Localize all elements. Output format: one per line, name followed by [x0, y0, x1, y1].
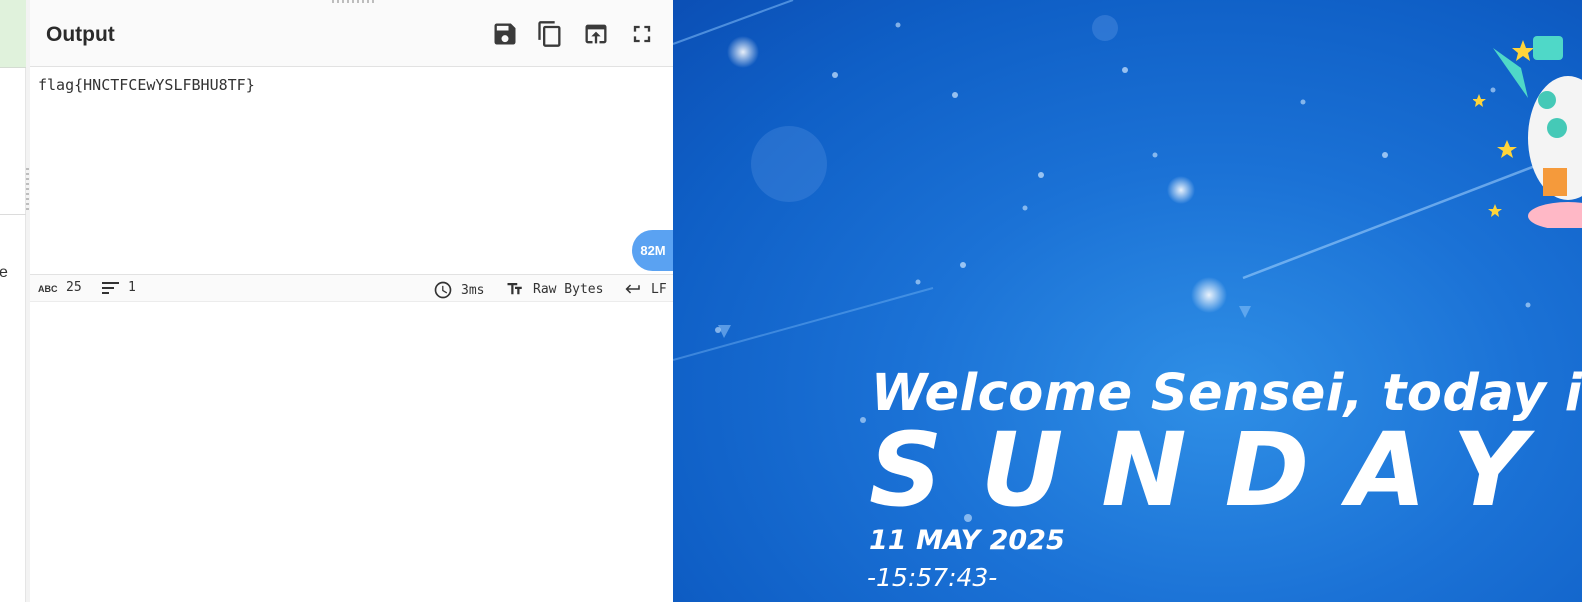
- char-count: 25: [66, 280, 82, 295]
- open-in-input-icon: [585, 24, 607, 44]
- input-pane-header-edge: [0, 0, 26, 68]
- copy-icon: [538, 21, 561, 47]
- encoding-label: Raw Bytes: [533, 281, 604, 297]
- status-bar: ABC 25 1 3ms Raw Bytes LF: [30, 274, 673, 302]
- line-count: 1: [128, 280, 136, 295]
- output-pane: Output flag{HNCTFCEwYSLFBHU8TF} 82M ABC …: [30, 0, 673, 602]
- memory-badge[interactable]: 82M: [632, 230, 673, 271]
- fullscreen-icon: [633, 25, 651, 43]
- pane-divider: [0, 214, 26, 215]
- copy-button[interactable]: [534, 18, 566, 50]
- encoding-stat[interactable]: Raw Bytes: [505, 280, 603, 298]
- return-icon: [625, 284, 640, 294]
- output-title: Output: [46, 23, 115, 46]
- desktop-wallpaper: Welcome Sensei, today is: SUNDAY 11 MAY …: [673, 0, 1582, 602]
- time-text: -15:57:43-: [867, 563, 998, 592]
- char-count-stat: ABC 25: [38, 280, 82, 295]
- vertical-resize-handle[interactable]: [26, 168, 29, 210]
- input-pane-peek-text: e: [0, 264, 8, 281]
- text-size-icon: [507, 283, 522, 295]
- save-button[interactable]: [489, 18, 521, 50]
- output-header: Output: [30, 0, 673, 67]
- maximize-button[interactable]: [626, 18, 658, 50]
- date-text: 11 MAY 2025: [869, 525, 1065, 556]
- save-icon: [494, 23, 516, 45]
- abc-icon: ABC: [38, 284, 58, 294]
- output-text[interactable]: flag{HNCTFCEwYSLFBHU8TF}: [38, 76, 255, 94]
- svg-text:ABC: ABC: [38, 284, 58, 294]
- clock-icon: [434, 281, 452, 299]
- mascot-character-icon: [1473, 36, 1582, 228]
- input-pane-edge: e: [0, 0, 26, 602]
- day-text: SUNDAY: [869, 411, 1565, 530]
- eol-label: LF: [651, 281, 667, 297]
- bake-time-stat: 3ms: [433, 280, 484, 300]
- replace-input-button[interactable]: [580, 18, 612, 50]
- bake-time: 3ms: [461, 282, 485, 298]
- line-count-stat: 1: [102, 280, 136, 295]
- horizontal-resize-handle[interactable]: [332, 0, 374, 3]
- lines-icon: [102, 281, 119, 294]
- eol-stat[interactable]: LF: [623, 280, 667, 298]
